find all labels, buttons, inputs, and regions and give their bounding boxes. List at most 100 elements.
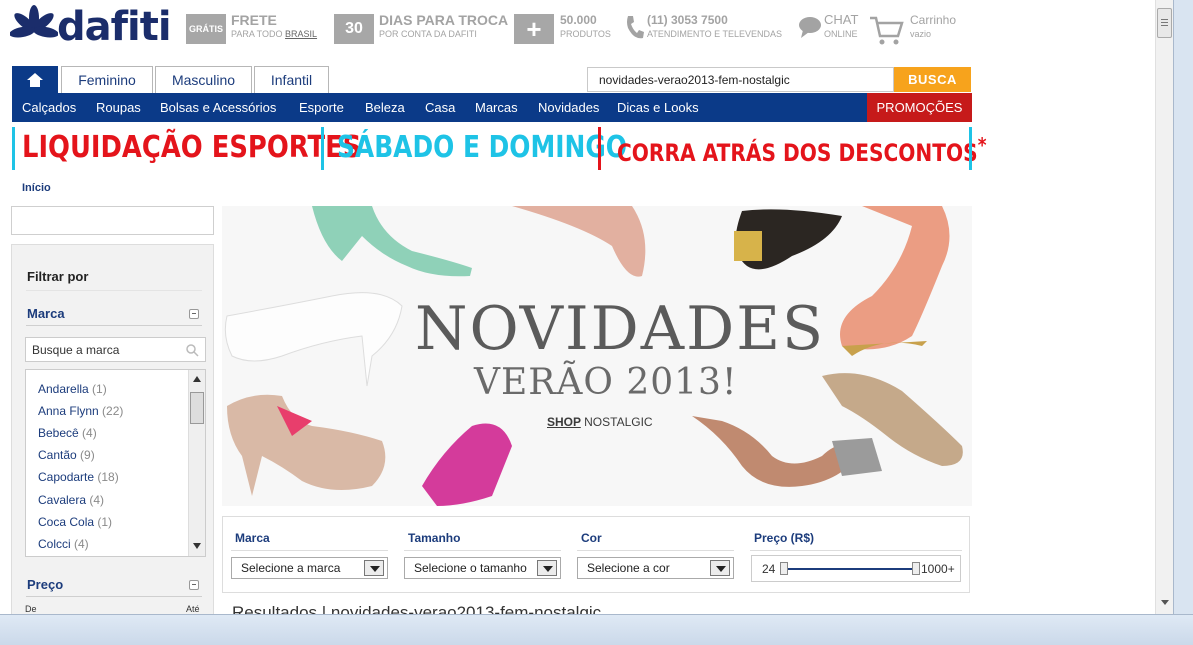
size-filter-label: Tamanho: [408, 531, 461, 545]
window-frame-right: [1173, 0, 1193, 645]
brand-item[interactable]: Bebecê (4): [38, 426, 97, 440]
collapse-price-icon[interactable]: [189, 580, 199, 590]
return-title: DIAS PARA TROCA: [379, 12, 509, 28]
hero-banner[interactable]: NOVIDADES VERÃO 2013! SHOP NOSTALGIC: [222, 206, 972, 506]
price-max-handle[interactable]: [912, 562, 920, 575]
price-min: 24: [762, 562, 776, 576]
size-select[interactable]: Selecione o tamanho: [404, 557, 561, 579]
phone-info[interactable]: (11) 3053 7500 ATENDIMENTO E TELEVENDAS: [647, 12, 782, 48]
divider: [26, 596, 202, 597]
chevron-down-icon[interactable]: [537, 560, 557, 576]
scroll-down-icon[interactable]: [193, 543, 201, 549]
color-select[interactable]: Selecione a cor: [577, 557, 734, 579]
free-shipping-sub: PARA TODO: [231, 29, 283, 39]
brand-item[interactable]: Anna Flynn (22): [38, 404, 123, 418]
cart-info[interactable]: Carrinho vazio: [910, 12, 956, 48]
page-scrollbar[interactable]: [1155, 0, 1173, 614]
nav-novidades[interactable]: Novidades: [538, 93, 599, 122]
divider: [404, 550, 561, 551]
collapse-brand-icon[interactable]: [189, 309, 199, 319]
brand-item[interactable]: Cantão (9): [38, 448, 95, 462]
chevron-down-icon[interactable]: [364, 560, 384, 576]
page: dafiti GRÁTIS FRETE PARA TODO BRASIL 30 …: [0, 0, 1193, 645]
search-icon: [186, 344, 199, 357]
nav-calcados[interactable]: Calçados: [22, 93, 76, 122]
brand-item[interactable]: Andarella (1): [38, 382, 107, 396]
chat-icon[interactable]: [798, 15, 822, 51]
price-min-handle[interactable]: [780, 562, 788, 575]
banner-divider: [969, 127, 972, 170]
hero-subtitle: VERÃO 2013!: [474, 362, 738, 403]
tab-masculino[interactable]: Masculino: [155, 66, 252, 93]
home-tab[interactable]: [12, 66, 58, 94]
dafiti-logo[interactable]: dafiti: [9, 4, 172, 56]
tab-feminino[interactable]: Feminino: [61, 66, 153, 93]
brand-item[interactable]: Colcci (4): [38, 537, 89, 551]
logo-flower-icon: [9, 5, 59, 38]
nav-roupas[interactable]: Roupas: [96, 93, 141, 122]
divider: [26, 290, 202, 291]
cart-icon[interactable]: [868, 14, 904, 50]
banner-asterisk: *: [977, 133, 987, 157]
nav-promocoes[interactable]: PROMOÇÕES: [867, 93, 972, 122]
divider: [750, 550, 962, 551]
page-scroll-thumb[interactable]: [1157, 8, 1172, 38]
scroll-down-icon[interactable]: [1161, 600, 1169, 605]
logo-text: dafiti: [57, 4, 172, 50]
products-sub: PRODUTOS: [560, 29, 611, 39]
scroll-up-icon[interactable]: [193, 376, 201, 382]
brand-search-input[interactable]: Busque a marca: [25, 337, 206, 362]
promo-banner[interactable]: LIQUIDAÇÃO ESPORTES SÁBADO E DOMINGO COR…: [12, 127, 987, 170]
brand-item[interactable]: Cavalera (4): [38, 493, 104, 507]
nav-dicas[interactable]: Dicas e Looks: [617, 93, 699, 122]
cart-title: Carrinho: [910, 13, 957, 27]
banner-corra: CORRA ATRÁS DOS DESCONTOS*: [617, 133, 987, 167]
divider: [577, 550, 734, 551]
banner-divider: [598, 127, 601, 170]
brasil-link[interactable]: BRASIL: [285, 29, 317, 39]
brand-select[interactable]: Selecione a marca: [231, 557, 388, 579]
brand-filter-title[interactable]: Marca: [27, 306, 65, 321]
search-button[interactable]: BUSCA: [894, 67, 971, 92]
sidebar-empty-box: [11, 206, 214, 235]
tab-infantil[interactable]: Infantil: [254, 66, 329, 93]
size-select-value: Selecione o tamanho: [414, 561, 527, 575]
phone-sub: ATENDIMENTO E TELEVENDAS: [647, 29, 783, 39]
chat-info[interactable]: CHAT ONLINE: [824, 12, 858, 48]
cart-sub: vazio: [910, 29, 932, 39]
price-range-slider[interactable]: 24 1000+: [751, 555, 961, 582]
price-filter-title[interactable]: Preço: [27, 577, 63, 592]
products-count: 50.000: [560, 13, 597, 27]
brand-list-scroll-thumb[interactable]: [190, 392, 204, 424]
banner-liquidacao: LIQUIDAÇÃO ESPORTES: [22, 130, 362, 165]
banner-corra-text: CORRA ATRÁS DOS DESCONTOS: [617, 139, 978, 167]
brand-item[interactable]: Coca Cola (1): [38, 515, 112, 529]
chevron-down-icon[interactable]: [710, 560, 730, 576]
nav-marcas[interactable]: Marcas: [475, 93, 518, 122]
hero-brand-label: NOSTALGIC: [584, 415, 653, 429]
brand-select-value: Selecione a marca: [241, 561, 341, 575]
nav-beleza[interactable]: Beleza: [365, 93, 405, 122]
price-filter-label: Preço (R$): [754, 531, 815, 545]
color-select-value: Selecione a cor: [587, 561, 670, 575]
free-shipping-badge: GRÁTIS: [186, 14, 226, 44]
category-nav: Calçados Roupas Bolsas e Acessórios Espo…: [12, 93, 972, 122]
phone-number: (11) 3053 7500: [647, 13, 728, 27]
home-icon: [27, 73, 43, 87]
nav-bolsas[interactable]: Bolsas e Acessórios: [160, 93, 276, 122]
brand-list-scrollbar[interactable]: [188, 370, 205, 556]
breadcrumb[interactable]: Início: [22, 182, 51, 194]
price-max: 1000+: [921, 562, 955, 576]
brand-filter-label: Marca: [235, 531, 270, 545]
nav-esporte[interactable]: Esporte: [299, 93, 344, 122]
price-from-label: De: [25, 604, 37, 614]
price-track: [784, 568, 916, 570]
days-return-badge: 30: [334, 14, 374, 44]
plus-icon: +: [514, 14, 554, 44]
banner-sabado-domingo: SÁBADO E DOMINGO: [337, 130, 627, 165]
search-input[interactable]: novidades-verao2013-fem-nostalgic: [587, 67, 894, 92]
hero-shop-label: SHOP: [547, 415, 581, 429]
brand-item[interactable]: Capodarte (18): [38, 470, 119, 484]
nav-casa[interactable]: Casa: [425, 93, 455, 122]
hero-shop-link[interactable]: SHOP NOSTALGIC: [547, 415, 653, 429]
